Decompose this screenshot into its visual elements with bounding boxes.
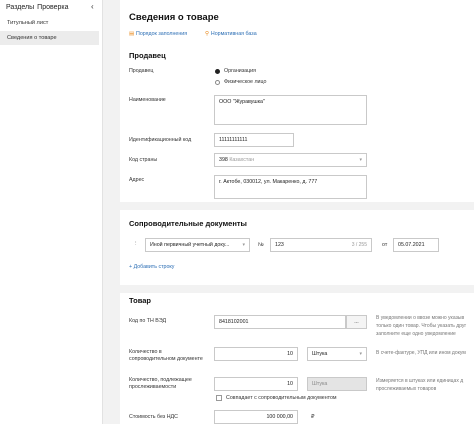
add-row-link[interactable]: + Добавить строку xyxy=(129,264,174,270)
qty-trace-label: Количество, подлежащее прослеживаемости xyxy=(129,377,192,390)
seller-label: Продавец xyxy=(129,68,154,74)
radio-individual[interactable] xyxy=(215,80,220,85)
chevron-down-icon: ▾ xyxy=(359,157,362,163)
docs-heading: Сопроводительные документы xyxy=(129,219,247,228)
tnved-field[interactable]: 8418102001 xyxy=(214,315,346,329)
hint-line-6: прослеживаемых товаров xyxy=(376,386,437,392)
sidebar-item-goods-info[interactable]: Сведения о товаре xyxy=(0,31,99,45)
tab-sections[interactable]: Разделы xyxy=(6,4,34,11)
doc-type-select[interactable]: Иной первичный учетный доку... ▾ xyxy=(145,238,250,252)
goods-heading: Товар xyxy=(129,296,151,305)
hint-line-3: заполните еще одно уведомление xyxy=(376,331,456,337)
chevron-down-icon: ▾ xyxy=(242,242,245,248)
hint-line-4: В счете-фактуре, УПД или ином докум xyxy=(376,350,466,356)
sidebar-tabs: Разделы Проверка ‹ xyxy=(0,0,102,14)
address-field[interactable]: г. Актобе, 030012, ул. Макаренко, д. 777 xyxy=(214,175,367,199)
id-code-field[interactable]: 11111111111 xyxy=(214,133,294,147)
doc-date-field[interactable]: 05.07.2021 xyxy=(393,238,439,252)
filling-order-link[interactable]: ▤ Порядок заполнения xyxy=(129,31,187,37)
name-label: Наименование xyxy=(129,97,166,103)
normative-base-link[interactable]: ⚲ Нормативная база xyxy=(205,31,257,37)
radio-individual-label: Физическое лицо xyxy=(224,79,267,85)
radio-organization-label: Организация xyxy=(224,68,256,74)
hint-line-5: Измеряется в штуках или единицах д xyxy=(376,378,464,384)
country-code-label: Код страны xyxy=(129,157,158,163)
qty-trace-unit: Штука xyxy=(307,377,367,391)
qty-trace-field[interactable]: 10 xyxy=(214,377,298,391)
tnved-lookup-button[interactable]: ... xyxy=(346,315,367,329)
doc-number-value: 123 xyxy=(275,242,284,248)
cost-label: Стоимость без НДС xyxy=(129,414,178,420)
qty-doc-unit: Штука xyxy=(312,351,328,357)
country-code-value: 398 xyxy=(219,157,228,163)
country-name: Казахстан xyxy=(229,157,255,163)
page-title: Сведения о товаре xyxy=(129,12,219,23)
id-code-label: Идентификационный код xyxy=(129,137,192,143)
filling-order-label: Порядок заполнения xyxy=(136,31,188,37)
search-icon: ⚲ xyxy=(205,31,209,37)
chevron-left-icon[interactable]: ‹ xyxy=(91,2,94,11)
match-checkbox[interactable] xyxy=(216,395,222,401)
document-icon: ▤ xyxy=(129,31,135,37)
sidebar-item-title-page[interactable]: Титульный лист xyxy=(0,16,99,30)
name-field[interactable]: ООО "Журавушка" xyxy=(214,95,367,125)
radio-organization[interactable] xyxy=(215,69,220,74)
doc-date-label: от xyxy=(382,242,388,248)
doc-number-label: № xyxy=(258,242,264,248)
hint-line-2: только один товар. Чтобы указать друг xyxy=(376,323,467,329)
normative-base-label: Нормативная база xyxy=(210,31,257,37)
doc-type-value: Иной первичный учетный доку... xyxy=(150,242,230,248)
qty-doc-label: Количество в сопроводительном документе xyxy=(129,349,203,362)
address-label: Адрес xyxy=(129,177,145,183)
ruble-currency: ₽ xyxy=(311,414,315,420)
seller-heading: Продавец xyxy=(129,51,166,60)
chevron-down-icon: ▾ xyxy=(359,351,362,357)
qty-doc-unit-select[interactable]: Штука ▾ xyxy=(307,347,367,361)
drag-handle-icon[interactable]: ⋮ xyxy=(133,241,138,247)
match-checkbox-label: Совпадает с сопроводительным документом xyxy=(226,395,337,401)
doc-number-field[interactable]: 123 3 / 255 xyxy=(270,238,372,252)
qty-doc-field[interactable]: 10 xyxy=(214,347,298,361)
doc-number-counter: 3 / 255 xyxy=(351,242,367,248)
hint-line-1: В уведомлении о ввозе можно указыв xyxy=(376,315,465,321)
sidebar: Разделы Проверка ‹ Титульный лист Сведен… xyxy=(0,0,103,424)
tab-check[interactable]: Проверка xyxy=(37,4,68,11)
tnved-label: Код по ТН ВЭД xyxy=(129,318,167,324)
cost-field[interactable]: 100 000,00 xyxy=(214,410,298,424)
country-code-select[interactable]: 398 Казахстан ▾ xyxy=(214,153,367,167)
